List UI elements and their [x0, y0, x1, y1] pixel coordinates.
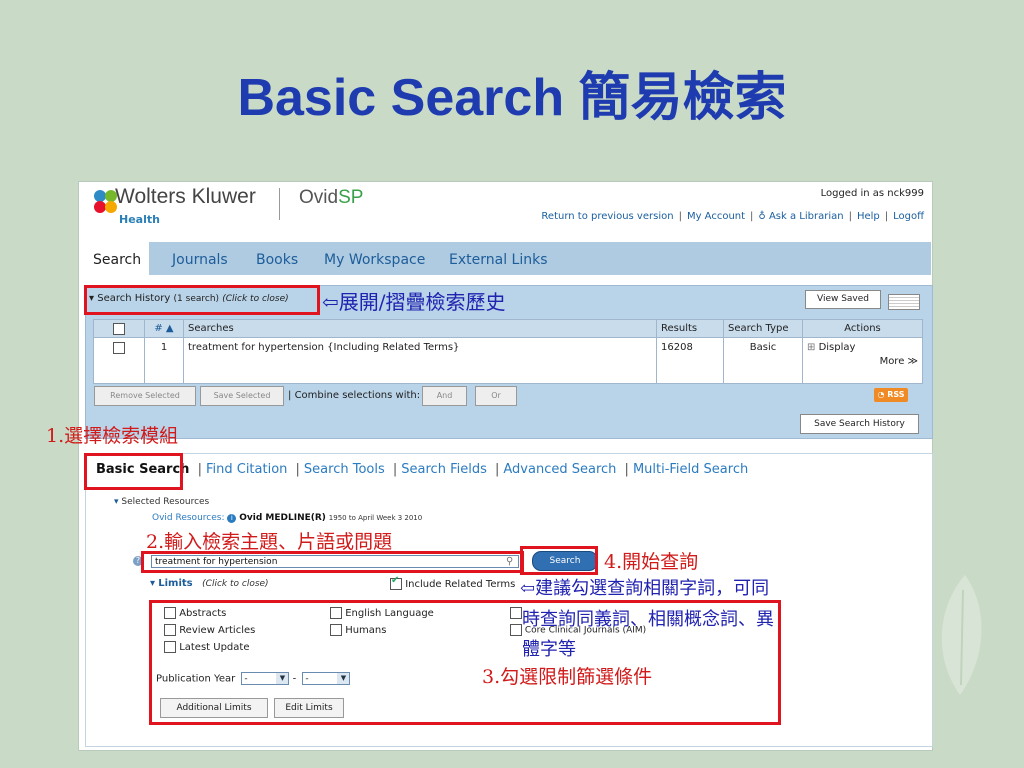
selected-resources-toggle[interactable]: ▾ Selected Resources	[114, 497, 209, 507]
rss-button[interactable]: ◔ RSS	[874, 388, 908, 402]
display-icon: ⊞	[807, 342, 816, 353]
view-saved-button[interactable]: View Saved	[805, 290, 881, 309]
table-row: 1 treatment for hypertension {Including …	[93, 337, 923, 384]
link-help[interactable]: Help	[857, 211, 880, 222]
display-action[interactable]: ⊞ Display	[807, 342, 918, 353]
row-results: 16208	[656, 337, 724, 384]
combine-label: | Combine selections with:	[288, 390, 421, 401]
link-ask-librarian[interactable]: Ask a Librarian	[769, 211, 844, 222]
nav-tab-external-links[interactable]: External Links	[449, 242, 548, 275]
tab-search-tools[interactable]: Search Tools	[304, 462, 385, 477]
column-search-type: Search Type	[723, 319, 803, 338]
row-actions: ⊞ Display More ≫	[802, 337, 923, 384]
list-view-icon[interactable]	[888, 294, 920, 310]
expand-arrow-icon: ▾	[114, 497, 119, 507]
remove-selected-button[interactable]: Remove Selected	[94, 386, 196, 406]
row-number: 1	[144, 337, 184, 384]
search-mode-tabs: Basic Search | Find Citation | Search Tool…	[96, 462, 749, 477]
highlight-search-input	[141, 551, 524, 573]
librarian-icon: ♁	[758, 211, 769, 222]
highlight-basic-search-tab	[84, 453, 183, 490]
info-icon[interactable]: i	[227, 514, 237, 523]
column-results: Results	[656, 319, 724, 338]
main-nav: Search Journals Books My Workspace Exter…	[85, 242, 931, 275]
link-return-previous-version[interactable]: Return to previous version	[541, 211, 673, 222]
search-history-table: # ▲ Searches Results Search Type Actions…	[93, 319, 923, 384]
brand-name: Wolters Kluwer	[115, 185, 256, 208]
combine-or-button[interactable]: Or	[475, 386, 517, 406]
resource-range: 1950 to April Week 3 2010	[328, 514, 423, 522]
highlight-history-toggle	[84, 285, 320, 315]
include-related-terms[interactable]: Include Related Terms	[390, 575, 515, 590]
leaf-decoration-icon	[941, 575, 982, 695]
row-checkbox[interactable]	[113, 342, 125, 354]
link-logoff[interactable]: Logoff	[893, 211, 924, 222]
annotation-related-note-line3: 體字等	[522, 639, 576, 660]
tab-find-citation[interactable]: Find Citation	[206, 462, 287, 477]
tab-search-fields[interactable]: Search Fields	[401, 462, 487, 477]
logo-divider	[279, 188, 280, 220]
annotation-step1: 1.選擇檢索模組	[46, 425, 179, 447]
column-searches: Searches	[183, 319, 657, 338]
select-all-checkbox[interactable]	[113, 322, 125, 335]
column-number[interactable]: # ▲	[144, 319, 184, 338]
link-my-account[interactable]: My Account	[687, 211, 745, 222]
include-related-checkbox[interactable]	[390, 575, 402, 590]
annotation-related-note-line2: 時查詢同義詞、相關概念詞、異	[522, 609, 774, 630]
row-search-type: Basic	[723, 337, 803, 384]
brand-subtitle: Health	[119, 213, 160, 226]
highlight-search-button	[520, 546, 598, 575]
nav-tab-my-workspace[interactable]: My Workspace	[324, 242, 425, 275]
nav-tab-search[interactable]: Search	[85, 242, 150, 275]
expand-arrow-icon: ▾	[150, 578, 156, 589]
annotation-step2: 2.輸入檢索主題、片語或問題	[146, 531, 393, 553]
ovid-resources: Ovid Resources: i Ovid MEDLINE(R) 1950 t…	[152, 513, 423, 523]
resource-name: Ovid MEDLINE(R)	[239, 513, 326, 523]
annotation-history-toggle: ⇦展開/摺疊檢索歷史	[322, 290, 506, 314]
slide-title: Basic Search 簡易檢索	[237, 69, 787, 127]
annotation-step3: 3.勾選限制篩選條件	[482, 666, 653, 688]
nav-tab-journals[interactable]: Journals	[172, 242, 228, 275]
tab-advanced-search[interactable]: Advanced Search	[503, 462, 616, 477]
product-name: OvidSP	[299, 187, 364, 208]
save-search-history-button[interactable]: Save Search History	[800, 414, 919, 434]
annotation-step4: 4.開始查詢	[604, 551, 699, 573]
more-link[interactable]: More ≫	[807, 356, 918, 367]
column-actions: Actions	[802, 319, 923, 338]
logged-in-status: Logged in as nck999	[820, 188, 924, 199]
tab-multi-field-search[interactable]: Multi-Field Search	[633, 462, 748, 477]
rss-icon: ◔	[877, 390, 888, 399]
table-header-row: # ▲ Searches Results Search Type Actions	[93, 319, 923, 338]
row-search-text: treatment for hypertension {Including Re…	[183, 337, 657, 384]
limits-toggle[interactable]: ▾ Limits (Click to close)	[150, 578, 269, 589]
combine-and-button[interactable]: And	[422, 386, 467, 406]
annotation-related-note: ⇦建議勾選查詢相關字詞，可同	[520, 578, 770, 599]
nav-tab-books[interactable]: Books	[256, 242, 298, 275]
save-selected-button[interactable]: Save Selected	[200, 386, 284, 406]
top-links: Return to previous version | My Account | ♁ …	[541, 211, 924, 222]
